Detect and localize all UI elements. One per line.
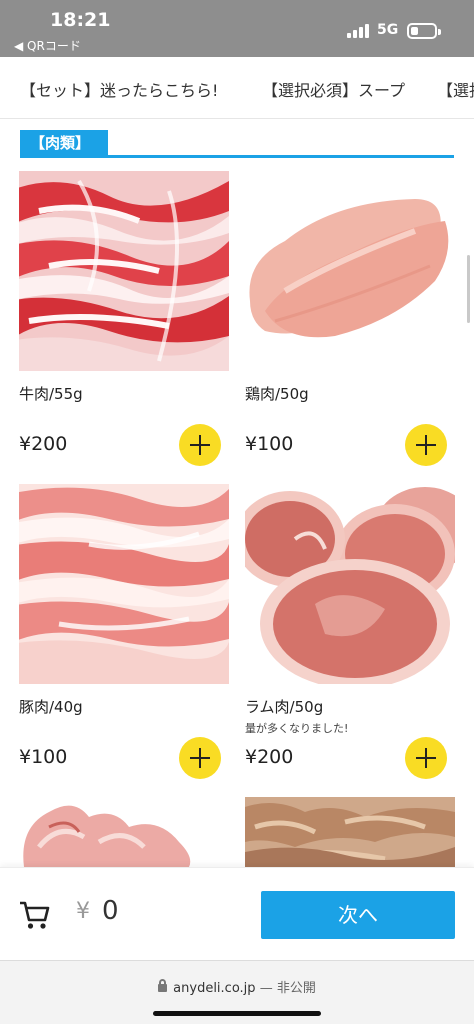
add-to-cart-button[interactable]	[179, 737, 221, 779]
offal-photo[interactable]	[245, 797, 455, 867]
product-name: ラム肉/50g	[245, 698, 324, 716]
lamb-slices-photo[interactable]	[245, 484, 455, 684]
product-price: ¥200	[19, 433, 68, 455]
scroll-indicator	[467, 255, 470, 323]
product-name: 牛肉/55g	[19, 385, 83, 403]
tab-soup[interactable]: 【選択必須】スープ	[262, 77, 405, 101]
home-indicator	[153, 1011, 321, 1016]
back-to-app-link[interactable]: ◀ QRコード	[14, 37, 81, 54]
category-tabs: 【セット】迷ったらこちら! 【選択必須】スープ 【選択	[0, 57, 474, 119]
browser-url-bar[interactable]: anydeli.co.jp — 非公開	[0, 960, 474, 1024]
add-to-cart-button[interactable]	[405, 737, 447, 779]
add-to-cart-button[interactable]	[405, 424, 447, 466]
lock-icon	[158, 979, 168, 992]
chicken-breast-photo[interactable]	[245, 171, 455, 371]
next-button[interactable]: 次へ	[261, 891, 455, 939]
product-price: ¥100	[19, 746, 68, 768]
cart-icon[interactable]	[18, 898, 52, 932]
url-privacy: — 非公開	[259, 981, 316, 996]
cart-currency: ¥	[76, 899, 90, 924]
product-name: 豚肉/40g	[19, 698, 83, 716]
product-price: ¥100	[245, 433, 294, 455]
signal-icon	[347, 24, 371, 38]
tab-set[interactable]: 【セット】迷ったらこちら!	[20, 77, 218, 101]
section-divider	[20, 155, 454, 158]
add-to-cart-button[interactable]	[179, 424, 221, 466]
battery-icon	[407, 23, 441, 39]
network-type: 5G	[377, 22, 399, 38]
product-name: 鶏肉/50g	[245, 385, 309, 403]
pork-chunks-photo[interactable]	[19, 797, 229, 867]
tab-next-category[interactable]: 【選択	[437, 77, 474, 101]
product-note: 量が多くなりました!	[245, 722, 349, 735]
url-display[interactable]: anydeli.co.jp — 非公開	[0, 977, 474, 996]
status-bar: 18:21 ◀ QRコード 5G	[0, 0, 474, 57]
cart-total: 0	[102, 896, 119, 926]
url-domain: anydeli.co.jp	[173, 981, 256, 996]
sliced-beef-photo[interactable]	[19, 171, 229, 371]
section-title: 【肉類】	[20, 130, 109, 157]
cart-bar: ¥ 0 次へ	[0, 867, 474, 960]
sliced-pork-photo[interactable]	[19, 484, 229, 684]
status-time: 18:21	[50, 9, 111, 31]
product-price: ¥200	[245, 746, 294, 768]
